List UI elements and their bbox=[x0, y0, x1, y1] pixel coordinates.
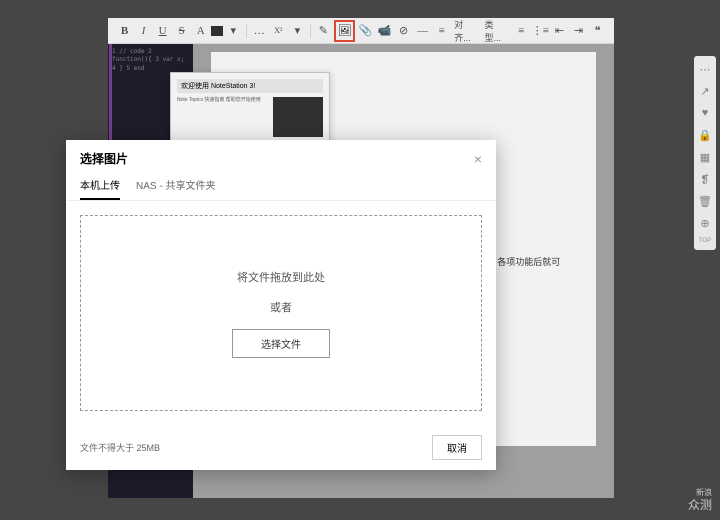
watermark: 新浪 众测 bbox=[688, 488, 712, 512]
dropzone[interactable]: 将文件拖放到此处 或者 选择文件 bbox=[80, 215, 482, 411]
image-picker-modal: 选择图片 × 本机上传 NAS - 共享文件夹 将文件拖放到此处 或者 选择文件… bbox=[66, 140, 496, 470]
modal-tabs: 本机上传 NAS - 共享文件夹 bbox=[66, 173, 496, 201]
tab-nas-folder[interactable]: NAS - 共享文件夹 bbox=[136, 173, 215, 200]
watermark-line2: 众测 bbox=[688, 498, 712, 512]
tab-local-upload[interactable]: 本机上传 bbox=[80, 173, 120, 200]
modal-title: 选择图片 bbox=[80, 150, 128, 167]
watermark-line1: 新浪 bbox=[688, 488, 712, 498]
dropzone-text: 将文件拖放到此处 bbox=[237, 269, 325, 285]
file-size-hint: 文件不得大于 25MB bbox=[80, 441, 160, 454]
close-icon[interactable]: × bbox=[474, 151, 482, 167]
cancel-button[interactable]: 取消 bbox=[432, 435, 482, 460]
choose-file-button[interactable]: 选择文件 bbox=[232, 329, 330, 358]
or-text: 或者 bbox=[270, 299, 292, 315]
